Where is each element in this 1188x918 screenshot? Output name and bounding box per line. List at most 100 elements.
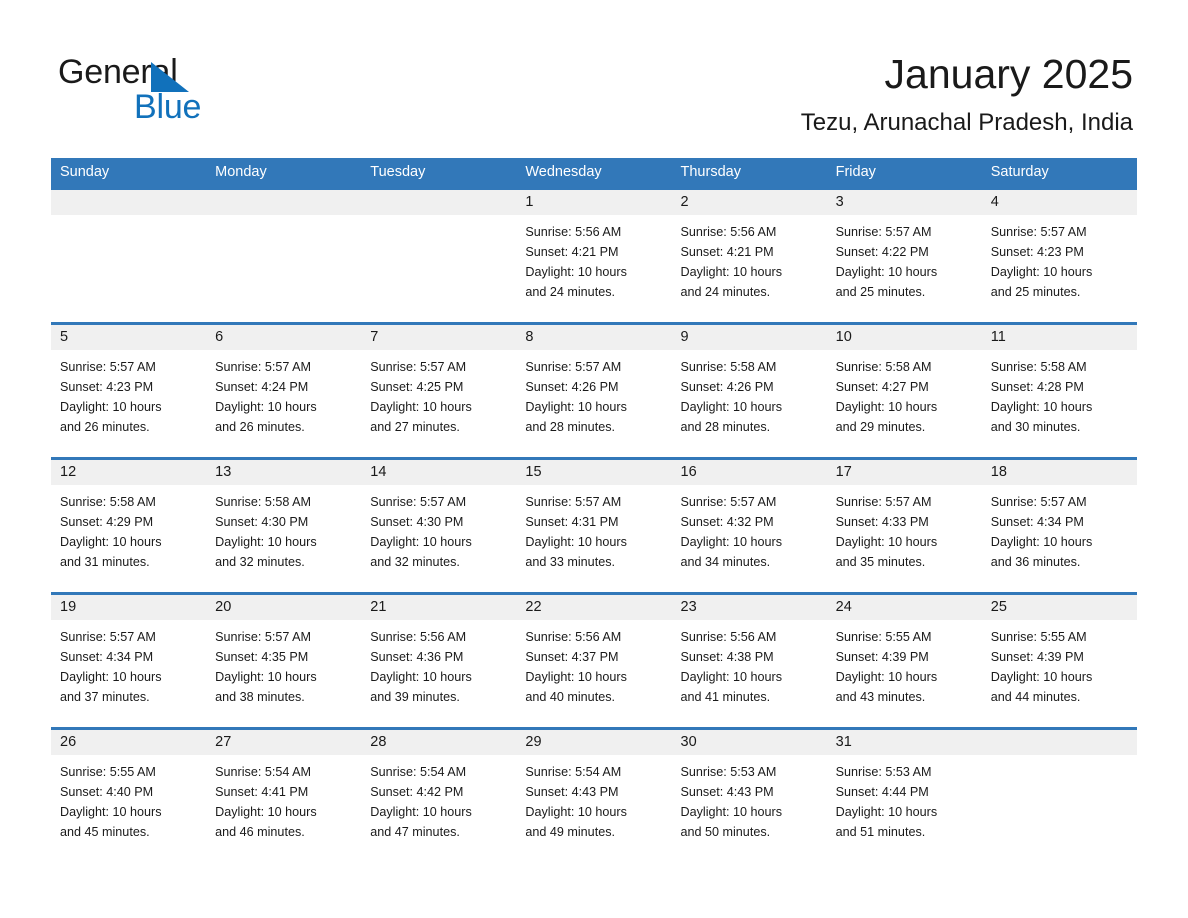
week-row: 19 20 21 22 23 24 25 Sunrise: 5:57 AM Su…	[51, 592, 1137, 727]
day-cell[interactable]	[982, 755, 1137, 862]
sunset-text: Sunset: 4:37 PM	[525, 650, 619, 664]
daylight-text-line2: and 40 minutes.	[525, 690, 615, 704]
day-number[interactable]: 5	[51, 325, 206, 350]
sunrise-text: Sunrise: 5:56 AM	[680, 630, 777, 644]
daylight-text-line2: and 50 minutes.	[680, 825, 771, 839]
day-cell[interactable]: Sunrise: 5:56 AM Sunset: 4:21 PM Dayligh…	[672, 215, 827, 322]
day-cell[interactable]	[206, 215, 361, 322]
week-date-band: 19 20 21 22 23 24 25	[51, 595, 1137, 620]
day-cell[interactable]: Sunrise: 5:58 AM Sunset: 4:27 PM Dayligh…	[827, 350, 982, 457]
day-number[interactable]: 21	[361, 595, 516, 620]
day-number[interactable]: 19	[51, 595, 206, 620]
day-cell[interactable]: Sunrise: 5:56 AM Sunset: 4:36 PM Dayligh…	[361, 620, 516, 727]
daylight-text-line1: Daylight: 10 hours	[60, 670, 162, 684]
day-cell[interactable]: Sunrise: 5:58 AM Sunset: 4:26 PM Dayligh…	[672, 350, 827, 457]
day-number[interactable]: 9	[672, 325, 827, 350]
day-number[interactable]: 22	[516, 595, 671, 620]
day-number[interactable]: 25	[982, 595, 1137, 620]
day-cell[interactable]: Sunrise: 5:54 AM Sunset: 4:41 PM Dayligh…	[206, 755, 361, 862]
day-number[interactable]: 2	[672, 190, 827, 215]
day-number[interactable]: 18	[982, 460, 1137, 485]
page-header: General Blue January 2025 Tezu, Arunacha…	[0, 0, 1188, 158]
sunrise-text: Sunrise: 5:56 AM	[525, 225, 622, 239]
day-cell[interactable]: Sunrise: 5:53 AM Sunset: 4:44 PM Dayligh…	[827, 755, 982, 862]
day-number[interactable]: 3	[827, 190, 982, 215]
day-cell[interactable]: Sunrise: 5:58 AM Sunset: 4:28 PM Dayligh…	[982, 350, 1137, 457]
day-number[interactable]: 10	[827, 325, 982, 350]
daylight-text-line1: Daylight: 10 hours	[215, 400, 317, 414]
day-number[interactable]	[206, 190, 361, 215]
day-cell[interactable]: Sunrise: 5:57 AM Sunset: 4:25 PM Dayligh…	[361, 350, 516, 457]
day-cell[interactable]: Sunrise: 5:57 AM Sunset: 4:23 PM Dayligh…	[982, 215, 1137, 322]
day-number[interactable]: 30	[672, 730, 827, 755]
day-number[interactable]: 28	[361, 730, 516, 755]
day-number[interactable]: 24	[827, 595, 982, 620]
day-cell[interactable]: Sunrise: 5:56 AM Sunset: 4:37 PM Dayligh…	[516, 620, 671, 727]
week-date-band: 5 6 7 8 9 10 11	[51, 325, 1137, 350]
day-cell[interactable]: Sunrise: 5:54 AM Sunset: 4:43 PM Dayligh…	[516, 755, 671, 862]
day-number[interactable]: 23	[672, 595, 827, 620]
daylight-text-line2: and 25 minutes.	[835, 285, 926, 299]
daylight-text-line1: Daylight: 10 hours	[525, 535, 627, 549]
day-number[interactable]: 1	[516, 190, 671, 215]
day-number[interactable]: 31	[827, 730, 982, 755]
day-number[interactable]: 13	[206, 460, 361, 485]
day-cell[interactable]: Sunrise: 5:54 AM Sunset: 4:42 PM Dayligh…	[361, 755, 516, 862]
day-cell[interactable]: Sunrise: 5:57 AM Sunset: 4:22 PM Dayligh…	[827, 215, 982, 322]
daylight-text-line1: Daylight: 10 hours	[680, 670, 783, 684]
day-number[interactable]: 6	[206, 325, 361, 350]
day-number[interactable]: 15	[516, 460, 671, 485]
day-number[interactable]: 20	[206, 595, 361, 620]
day-number[interactable]: 27	[206, 730, 361, 755]
day-cell[interactable]: Sunrise: 5:57 AM Sunset: 4:31 PM Dayligh…	[516, 485, 671, 592]
sunset-text: Sunset: 4:24 PM	[215, 380, 309, 394]
day-number[interactable]: 7	[361, 325, 516, 350]
day-cell[interactable]: Sunrise: 5:57 AM Sunset: 4:32 PM Dayligh…	[672, 485, 827, 592]
day-number[interactable]: 17	[827, 460, 982, 485]
sunset-text: Sunset: 4:35 PM	[215, 650, 309, 664]
day-number[interactable]	[982, 730, 1137, 755]
day-number[interactable]: 8	[516, 325, 671, 350]
day-number[interactable]: 26	[51, 730, 206, 755]
weekday-header-wednesday: Wednesday	[525, 164, 602, 180]
day-cell[interactable]	[51, 215, 206, 322]
day-cell[interactable]: Sunrise: 5:57 AM Sunset: 4:23 PM Dayligh…	[51, 350, 206, 457]
day-number[interactable]	[361, 190, 516, 215]
day-cell[interactable]: Sunrise: 5:56 AM Sunset: 4:21 PM Dayligh…	[516, 215, 671, 322]
day-cell[interactable]: Sunrise: 5:55 AM Sunset: 4:39 PM Dayligh…	[827, 620, 982, 727]
day-number[interactable]: 12	[51, 460, 206, 485]
day-cell[interactable]: Sunrise: 5:57 AM Sunset: 4:30 PM Dayligh…	[361, 485, 516, 592]
general-blue-logo[interactable]: General Blue	[58, 52, 318, 126]
day-number[interactable]: 29	[516, 730, 671, 755]
daylight-text-line1: Daylight: 10 hours	[680, 400, 783, 414]
daylight-text-line2: and 24 minutes.	[680, 285, 771, 299]
day-cell[interactable]: Sunrise: 5:57 AM Sunset: 4:33 PM Dayligh…	[827, 485, 982, 592]
daylight-text-line1: Daylight: 10 hours	[215, 670, 317, 684]
day-number[interactable]: 14	[361, 460, 516, 485]
day-cell[interactable]: Sunrise: 5:55 AM Sunset: 4:39 PM Dayligh…	[982, 620, 1137, 727]
daylight-text-line2: and 25 minutes.	[990, 285, 1081, 299]
day-cell[interactable]: Sunrise: 5:58 AM Sunset: 4:29 PM Dayligh…	[51, 485, 206, 592]
day-cell[interactable]: Sunrise: 5:57 AM Sunset: 4:26 PM Dayligh…	[516, 350, 671, 457]
sunset-text: Sunset: 4:43 PM	[680, 785, 774, 799]
day-number[interactable]	[51, 190, 206, 215]
day-cell[interactable]: Sunrise: 5:57 AM Sunset: 4:34 PM Dayligh…	[982, 485, 1137, 592]
sunset-text: Sunset: 4:44 PM	[835, 785, 929, 799]
daylight-text-line1: Daylight: 10 hours	[525, 265, 627, 279]
day-number[interactable]: 16	[672, 460, 827, 485]
week-date-band: 1 2 3 4	[51, 190, 1137, 215]
day-cell[interactable]: Sunrise: 5:53 AM Sunset: 4:43 PM Dayligh…	[672, 755, 827, 862]
weekday-header-tuesday: Tuesday	[370, 164, 426, 180]
day-cell[interactable]: Sunrise: 5:57 AM Sunset: 4:34 PM Dayligh…	[51, 620, 206, 727]
day-cell[interactable]: Sunrise: 5:57 AM Sunset: 4:35 PM Dayligh…	[206, 620, 361, 727]
daylight-text-line2: and 47 minutes.	[370, 825, 460, 839]
daylight-text-line1: Daylight: 10 hours	[60, 400, 162, 414]
day-number[interactable]: 11	[982, 325, 1137, 350]
day-cell[interactable]: Sunrise: 5:56 AM Sunset: 4:38 PM Dayligh…	[672, 620, 827, 727]
week-detail-band: Sunrise: 5:57 AM Sunset: 4:23 PM Dayligh…	[51, 350, 1137, 457]
day-cell[interactable]: Sunrise: 5:55 AM Sunset: 4:40 PM Dayligh…	[51, 755, 206, 862]
day-cell[interactable]	[361, 215, 516, 322]
day-number[interactable]: 4	[982, 190, 1137, 215]
day-cell[interactable]: Sunrise: 5:57 AM Sunset: 4:24 PM Dayligh…	[206, 350, 361, 457]
day-cell[interactable]: Sunrise: 5:58 AM Sunset: 4:30 PM Dayligh…	[206, 485, 361, 592]
